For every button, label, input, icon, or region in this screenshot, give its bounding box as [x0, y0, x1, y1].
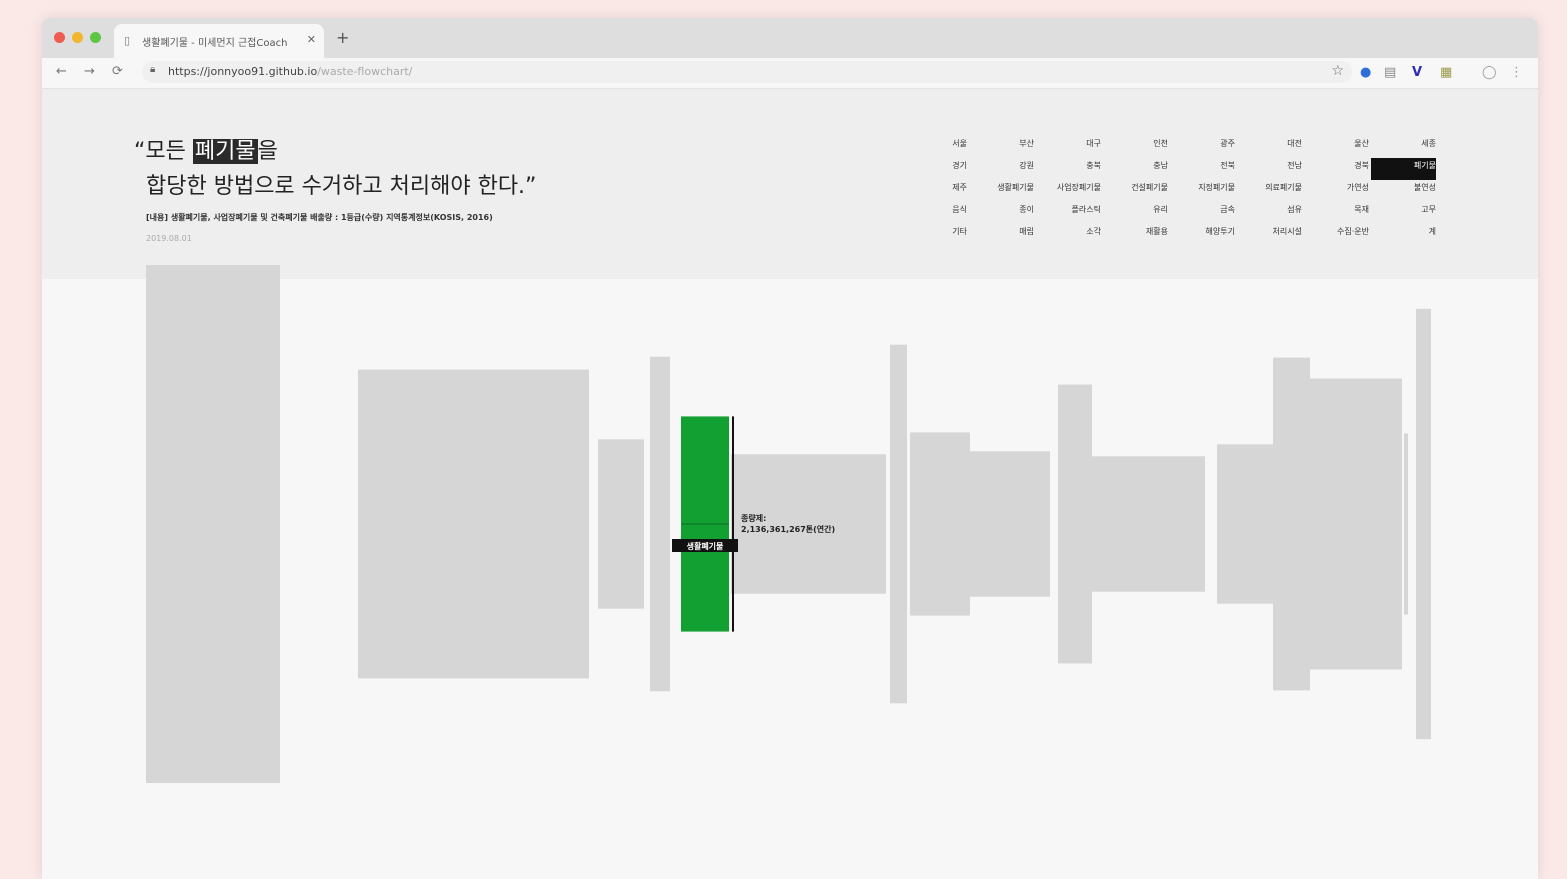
highlight-label: 생활폐기물	[687, 541, 724, 551]
annotation-text: 2,136,361,267톤(연간)	[741, 524, 835, 534]
lock-icon: 🔒︎	[150, 64, 156, 75]
new-tab-button[interactable]: +	[336, 28, 349, 47]
tab-title: 생활폐기물 - 미세먼지 근접Coach	[142, 38, 288, 49]
url-path: /waste-flowchart/	[317, 65, 413, 78]
chart-bar[interactable]	[1416, 308, 1431, 740]
browser-window: ▯ 생활폐기물 - 미세먼지 근접Coach ✕ + ← → ⟳ 🔒︎ http…	[42, 18, 1538, 879]
title-bar: ▯ 생활폐기물 - 미세먼지 근접Coach ✕ +	[42, 18, 1538, 58]
chart-bar[interactable]	[598, 439, 644, 609]
chart-bar[interactable]	[959, 451, 1050, 597]
chart-bar[interactable]	[358, 369, 589, 679]
profile-icon[interactable]: ◯	[1482, 65, 1497, 80]
address-bar[interactable]: 🔒︎ https://jonnyoo91.github.io/waste-flo…	[142, 61, 1352, 83]
tab-close-button[interactable]: ✕	[307, 33, 316, 46]
browser-tab[interactable]: ▯ 생활폐기물 - 미세먼지 근접Coach ✕	[114, 24, 324, 58]
chart-bar[interactable]	[1304, 378, 1402, 670]
chart-bar[interactable]	[1404, 433, 1408, 615]
chart-bar[interactable]	[650, 356, 670, 692]
bookmark-star-icon[interactable]: ☆	[1331, 63, 1344, 79]
maximize-window-button[interactable]	[90, 32, 101, 43]
extension-sheet-icon[interactable]: ▦	[1440, 65, 1452, 80]
reload-button[interactable]: ⟳	[112, 64, 123, 79]
document-icon: ▯	[124, 34, 131, 47]
chart-bar[interactable]	[731, 454, 886, 594]
url-text: https://jonnyoo91.github.io/waste-flowch…	[168, 65, 412, 78]
chart-bar[interactable]	[1217, 444, 1275, 604]
forward-button[interactable]: →	[84, 64, 95, 79]
annotation-text: 종량제:	[741, 513, 766, 523]
extension-grid-icon[interactable]: ▤	[1384, 65, 1396, 80]
browser-toolbar: ← → ⟳ 🔒︎ https://jonnyoo91.github.io/was…	[42, 58, 1538, 89]
waste-bar-chart: 생활폐기물 종량제:2,136,361,267톤(연간)	[146, 265, 1431, 783]
chart-bar[interactable]	[146, 265, 280, 783]
menu-kebab-icon[interactable]: ⋮	[1510, 65, 1523, 80]
back-button[interactable]: ←	[56, 64, 67, 79]
chart-bar[interactable]	[1072, 456, 1205, 592]
chart-bar[interactable]	[890, 344, 907, 704]
extension-v-icon[interactable]: V	[1412, 65, 1422, 80]
extension-globe-icon[interactable]: ●	[1360, 65, 1371, 80]
page-content: “모든 폐기물을 합당한 방법으로 수거하고 처리해야 한다.” [내용] 생활…	[42, 89, 1538, 879]
close-window-button[interactable]	[54, 32, 65, 43]
url-host: https://jonnyoo91.github.io	[168, 65, 318, 78]
minimize-window-button[interactable]	[72, 32, 83, 43]
